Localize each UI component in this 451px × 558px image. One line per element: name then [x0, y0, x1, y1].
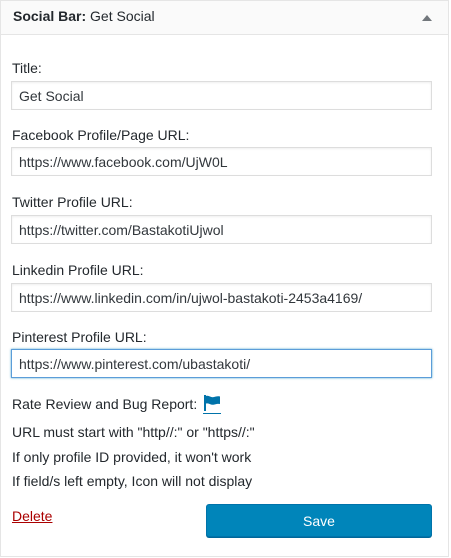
- rate-review-label: Rate Review and Bug Report:: [12, 396, 198, 412]
- profile-id-note: If only profile ID provided, it won't wo…: [12, 449, 252, 465]
- empty-field-note: If field/s left empty, Icon will not dis…: [12, 473, 253, 489]
- pinterest-url-input[interactable]: [11, 349, 432, 378]
- url-format-note: URL must start with "http//:" or "https/…: [12, 424, 255, 440]
- delete-link[interactable]: Delete: [12, 508, 52, 524]
- linkedin-url-input[interactable]: [11, 283, 432, 312]
- widget-form: Title: Facebook Profile/Page URL: Twitte…: [1, 35, 448, 556]
- flag-icon: [204, 395, 220, 411]
- facebook-url-input[interactable]: [11, 147, 432, 176]
- widget-title-separator: :: [81, 8, 87, 24]
- widget-title-name: Get Social: [90, 8, 155, 24]
- social-bar-widget: Social Bar: Get Social Title: Facebook P…: [0, 0, 449, 557]
- title-input[interactable]: [11, 81, 432, 110]
- arrow-up-icon: [422, 15, 432, 21]
- pinterest-url-label: Pinterest Profile URL:: [12, 329, 147, 345]
- widget-header[interactable]: Social Bar: Get Social: [1, 1, 448, 35]
- facebook-url-label: Facebook Profile/Page URL:: [12, 127, 190, 143]
- twitter-url-input[interactable]: [11, 215, 432, 244]
- title-label: Title:: [12, 60, 42, 76]
- rate-review-link[interactable]: [203, 395, 221, 414]
- linkedin-url-label: Linkedin Profile URL:: [12, 262, 144, 278]
- widget-title-prefix: Social Bar: [13, 8, 82, 24]
- save-button[interactable]: Save: [206, 504, 432, 537]
- twitter-url-label: Twitter Profile URL:: [12, 194, 133, 210]
- widget-toggle-button[interactable]: [414, 5, 440, 31]
- widget-title: Social Bar: Get Social: [13, 8, 155, 24]
